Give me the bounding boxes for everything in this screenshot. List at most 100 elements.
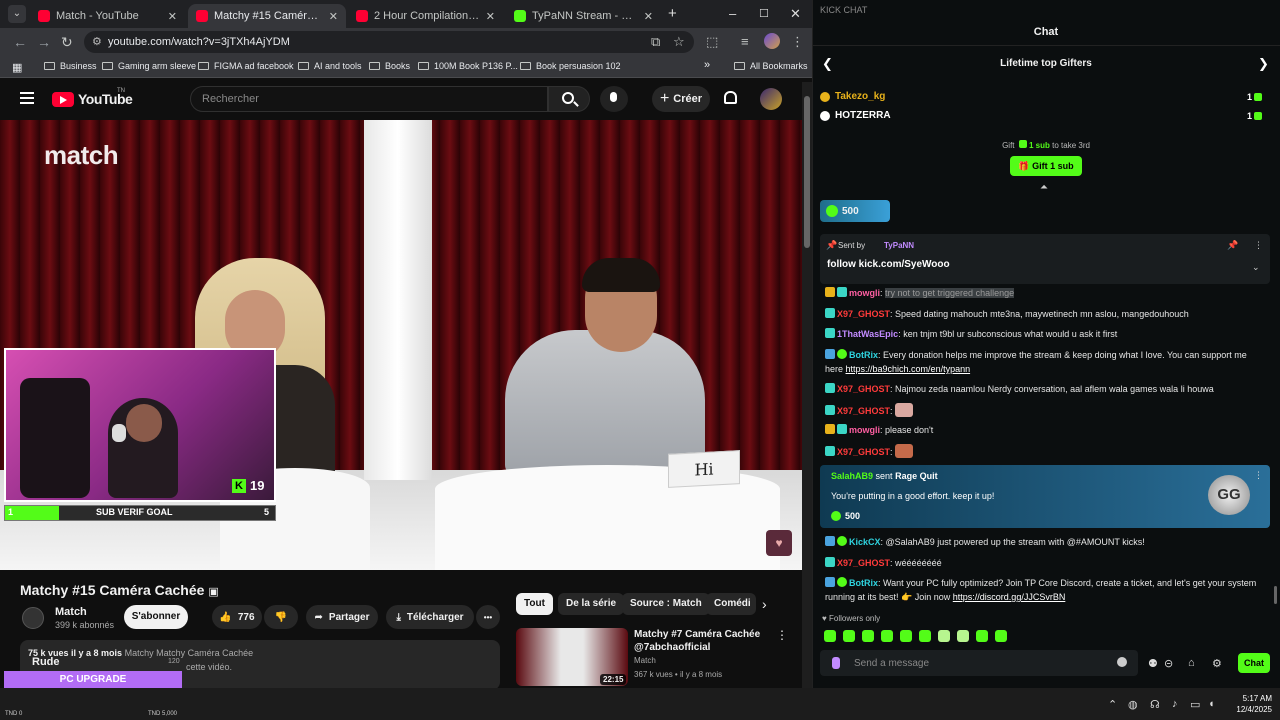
account-avatar[interactable] [760, 88, 782, 110]
channel-avatar[interactable] [22, 607, 44, 629]
kicks-leaderboard-badge[interactable]: 500 [820, 200, 890, 222]
download-button[interactable]: ⤓ Télécharger [386, 605, 474, 629]
bookmark-star-icon[interactable]: ☆ [673, 34, 685, 50]
taskbar-clock-date[interactable]: 12/4/2025 [1228, 705, 1272, 714]
chat-message[interactable]: BotRix: Every donation helps me improve … [825, 348, 1265, 376]
chat-username[interactable]: BotRix [849, 350, 878, 360]
tray-mic-icon[interactable]: ♪ [1172, 698, 1178, 710]
close-window-button[interactable]: ✕ [790, 6, 801, 22]
channel-watermark-icon[interactable]: ♥ [766, 530, 792, 556]
tab-close-icon[interactable]: ✕ [329, 10, 338, 23]
chat-username[interactable]: BotRix [849, 578, 878, 588]
gifter-row[interactable]: HOTZERRA 1 [820, 110, 1272, 121]
reload-icon[interactable]: ↻ [61, 34, 73, 51]
chat-username[interactable]: X97_GHOST [837, 309, 890, 319]
chat-identity-icon[interactable] [832, 657, 840, 669]
bookmark-100m-book[interactable]: 100M Book P136 P... [418, 61, 518, 71]
gifter-row[interactable]: Takezo_kg 1 [820, 91, 1272, 102]
chat-username[interactable]: mowgli [849, 425, 880, 435]
pinned-more-icon[interactable]: ⋮ [1254, 240, 1263, 251]
chat-message[interactable]: mowgli: please don't [825, 423, 1265, 437]
taskbar-clock-time[interactable]: 5:17 AM [1236, 694, 1272, 703]
tab-search-icon[interactable]: ⌄ [8, 5, 26, 23]
chat-link[interactable]: https://discord.gg/JJCSvrBN [953, 592, 1066, 602]
quick-emote-icon[interactable] [824, 630, 836, 642]
chat-username[interactable]: X97_GHOST [837, 406, 890, 416]
bookmark-gaming-arm-sleeve[interactable]: Gaming arm sleeve [102, 61, 196, 71]
chat-message[interactable]: KickCX: @SalahAB9 just powered up the st… [825, 535, 1265, 549]
dislike-button[interactable]: 👎 [264, 605, 298, 629]
bookmarks-overflow-button[interactable]: » [704, 59, 710, 71]
chat-message[interactable]: 1ThatWasEpic: ken tnjm t9bl ur subconsci… [825, 327, 1265, 341]
bookmark-figma-ad-facebook[interactable]: FIGMA ad facebook [198, 61, 294, 71]
chat-username[interactable]: mowgli [849, 288, 880, 298]
emoji-picker-icon[interactable] [1117, 657, 1127, 667]
chat-users-icon[interactable]: ⚉ [1148, 657, 1158, 670]
pin-icon[interactable]: 📌 [1227, 240, 1238, 251]
chat-send-button[interactable]: Chat [1238, 653, 1270, 673]
related-video-menu-icon[interactable]: ⋮ [776, 628, 788, 642]
chat-username[interactable]: X97_GHOST [837, 447, 890, 457]
chat-link[interactable]: https://ba9chich.com/en/typann [846, 364, 971, 374]
forward-arrow-icon[interactable]: → [37, 34, 51, 50]
chat-scrollbar-thumb[interactable] [1274, 586, 1277, 604]
tab-matchy-15[interactable]: Matchy #15 Caméra Cachée ... ✕ [188, 4, 346, 28]
bookmark-book-persuasion[interactable]: Book persuasion 102 [520, 61, 621, 71]
bookmark-books[interactable]: Books [369, 61, 410, 71]
chat-message[interactable]: BotRix: Want your PC fully optimized? Jo… [825, 576, 1265, 604]
profile-avatar[interactable] [764, 33, 780, 49]
tab-close-icon[interactable]: ✕ [486, 10, 495, 23]
chat-message[interactable]: mowgli: try not to get triggered challen… [825, 286, 1265, 300]
gift-sub-button[interactable]: 🎁 Gift 1 sub [1010, 156, 1082, 176]
chat-username[interactable]: X97_GHOST [837, 558, 890, 568]
chat-kicks-icon[interactable]: ⊝ [1164, 657, 1173, 670]
quick-emote-icon[interactable] [843, 630, 855, 642]
menu-hamburger-icon[interactable] [20, 92, 34, 104]
new-tab-button[interactable]: + [668, 5, 677, 22]
tab-match-youtube[interactable]: Match - YouTube ✕ [30, 4, 185, 28]
channel-name[interactable]: Match [55, 606, 87, 618]
chip-all[interactable]: Tout [516, 593, 553, 615]
quick-emote-icon[interactable] [881, 630, 893, 642]
quick-emote-icon[interactable] [957, 630, 969, 642]
pinned-expand-icon[interactable]: ⌄ [1252, 262, 1260, 273]
quick-emote-icon[interactable] [976, 630, 988, 642]
tab-close-icon[interactable]: ✕ [644, 10, 653, 23]
page-scrollbar-thumb[interactable] [804, 96, 810, 248]
tab-typann-stream[interactable]: TyPaNN Stream - Watch Live o ✕ [506, 4, 661, 28]
minimize-button[interactable]: – [729, 6, 736, 21]
apps-grid-icon[interactable]: ▦ [12, 61, 22, 74]
chat-message[interactable]: X97_GHOST: Speed dating mahouch mte3na, … [825, 307, 1265, 321]
youtube-logo-icon[interactable] [52, 92, 74, 107]
extensions-icon[interactable]: ⬚ [706, 34, 718, 50]
install-app-icon[interactable]: ⧉ [651, 34, 660, 50]
chat-message[interactable]: X97_GHOST: [825, 403, 1265, 418]
tab-close-icon[interactable]: ✕ [168, 10, 177, 23]
tray-overflow-icon[interactable]: ⌃ [1108, 698, 1117, 711]
quick-emote-icon[interactable] [995, 630, 1007, 642]
all-bookmarks-button[interactable]: All Bookmarks [734, 61, 808, 71]
media-control-icon[interactable]: ≡ [741, 34, 749, 49]
create-button[interactable]: + Créer [652, 86, 710, 112]
address-bar-url[interactable]: youtube.com/watch?v=3jTXh4AjYDM [108, 36, 290, 48]
share-button[interactable]: ➦ Partager [306, 605, 378, 629]
quick-emote-icon[interactable] [919, 630, 931, 642]
maximize-button[interactable]: ☐ [759, 7, 769, 20]
bookmark-business[interactable]: Business [44, 61, 97, 71]
notifications-bell-icon[interactable] [724, 91, 737, 104]
chips-next-arrow-icon[interactable]: › [762, 596, 767, 612]
chip-source-match[interactable]: Source : Match [622, 593, 710, 615]
chat-message[interactable]: X97_GHOST: Najmou zeda naamlou Nerdy con… [825, 382, 1265, 396]
quick-emote-icon[interactable] [900, 630, 912, 642]
pinned-user[interactable]: TyPaNN [884, 241, 914, 250]
back-arrow-icon[interactable]: ← [13, 34, 27, 50]
site-info-icon[interactable]: ⚙ [92, 35, 102, 48]
tray-network-icon[interactable]: ▭ [1190, 698, 1200, 711]
collapse-arrow-icon[interactable]: ⏶ [1040, 182, 1048, 193]
browser-menu-icon[interactable]: ⋮ [791, 34, 804, 50]
tab-subway-compilation[interactable]: 2 Hour Compilation Subway Su ✕ [348, 4, 503, 28]
chip-comedy[interactable]: Comédi [706, 593, 756, 615]
tray-headphones-icon[interactable]: ☊ [1150, 698, 1160, 711]
chat-store-icon[interactable]: ⌂ [1188, 657, 1195, 669]
gift-card-more-icon[interactable]: ⋮ [1254, 470, 1263, 481]
